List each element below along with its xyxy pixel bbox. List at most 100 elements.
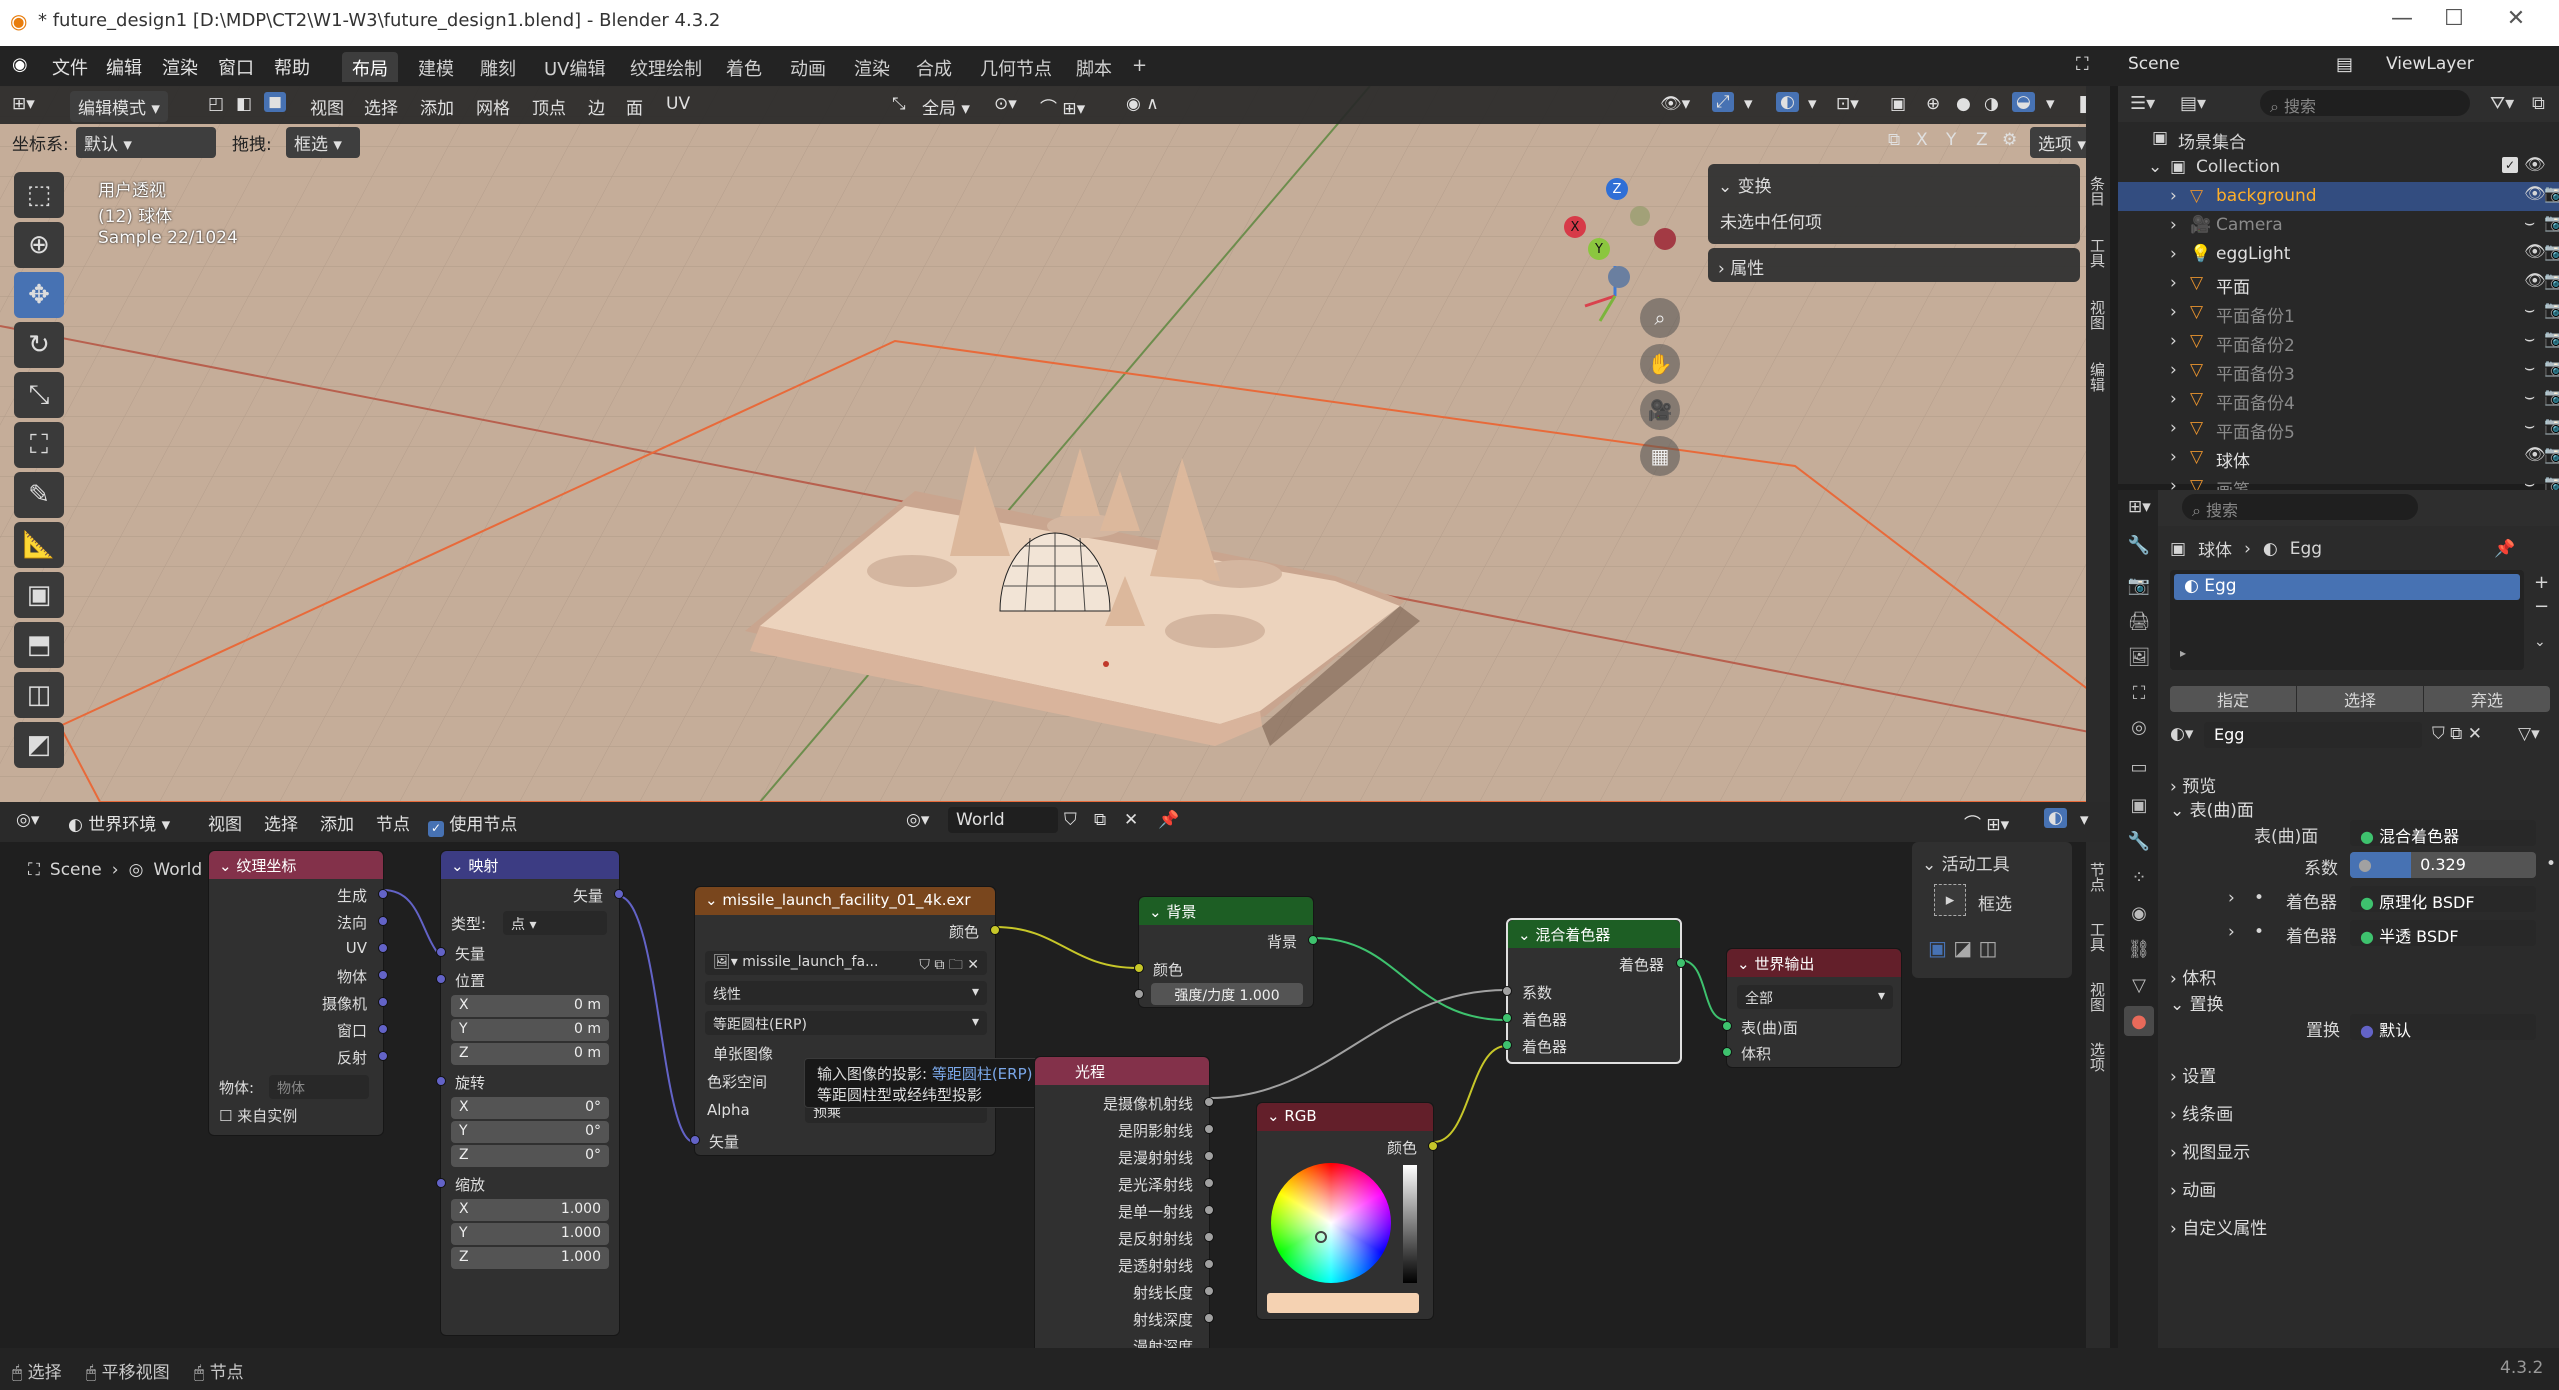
fake-user-icon[interactable]: ⛉ ⧉ ✕: [2432, 724, 2482, 744]
envtex-source[interactable]: 单张图像: [713, 1043, 773, 1064]
menu-add[interactable]: 添加: [420, 94, 454, 119]
socket[interactable]: [1134, 989, 1144, 999]
mapping-loc-z[interactable]: Z 0 m: [451, 1043, 609, 1065]
expand-icon[interactable]: ⌄: [2148, 157, 2162, 177]
cursor-tool-icon[interactable]: ⊕: [14, 222, 64, 268]
ne-menu-node[interactable]: 节点: [376, 810, 410, 835]
collection-tab-icon[interactable]: ▭: [2124, 752, 2154, 782]
volume-section[interactable]: › 体积: [2170, 964, 2216, 989]
socket[interactable]: [436, 1178, 446, 1188]
eye-icon[interactable]: 👁: [2524, 445, 2546, 465]
assign-button[interactable]: 指定: [2170, 686, 2296, 712]
rendered-shading-icon[interactable]: ◒: [2012, 92, 2035, 112]
socket[interactable]: [378, 916, 388, 926]
viewlayer-icon[interactable]: ▤: [2336, 54, 2353, 75]
node-overlay-dropdown[interactable]: ▾: [2080, 810, 2089, 830]
move-tool-icon[interactable]: ✥: [14, 272, 64, 318]
displacement-field[interactable]: ● 默认: [2350, 1014, 2536, 1040]
extrude-tool-icon[interactable]: ⬒: [14, 622, 64, 668]
outliner-search-input[interactable]: ⌕ 搜索: [2260, 90, 2470, 116]
gizmo-y-axis[interactable]: Y: [1588, 238, 1610, 260]
data-tab-icon[interactable]: ▽: [2124, 970, 2154, 1000]
pan-hand-icon[interactable]: ✋: [1640, 344, 1680, 384]
world-name-field[interactable]: World: [948, 807, 1058, 833]
lineart-section[interactable]: › 线条画: [2170, 1100, 2233, 1125]
eye-icon[interactable]: 👁: [2524, 184, 2546, 204]
render-visibility-icon[interactable]: 📷: [2544, 213, 2559, 233]
overlay-toggle-icon[interactable]: ◐: [1776, 92, 1799, 112]
mirror-icon[interactable]: ⧉: [1888, 130, 1900, 150]
mapping-node[interactable]: ⌄ 映射 矢量 类型: 点 ▾ 矢量 位置 X0 m Y0 m Z0 m 旋转 …: [436, 850, 624, 1336]
mode-dropdown[interactable]: 编辑模式 ▾: [70, 91, 168, 122]
material-slot-item[interactable]: ◐ Egg: [2174, 574, 2520, 600]
node-editor-type-icon[interactable]: ◎▾: [16, 810, 39, 830]
surface-shader-field[interactable]: ● 混合着色器: [2350, 820, 2536, 846]
options-dropdown[interactable]: 选项 ▾: [2030, 127, 2094, 158]
maximize-icon[interactable]: ☐: [2432, 6, 2476, 31]
ne-menu-add[interactable]: 添加: [320, 810, 354, 835]
select-mode-icons[interactable]: ▣ ◪ ◫: [1928, 936, 1997, 960]
render-tab-icon[interactable]: 📷: [2124, 570, 2154, 600]
socket[interactable]: [378, 1024, 388, 1034]
socket[interactable]: [1204, 1232, 1214, 1242]
texcoord-header[interactable]: ⌄ 纹理坐标: [209, 851, 383, 879]
bevel-tool-icon[interactable]: ◩: [14, 722, 64, 768]
tab-shading[interactable]: 着色: [716, 52, 772, 82]
menu-face[interactable]: 面: [626, 94, 643, 119]
gizmo-neg-y[interactable]: [1630, 206, 1650, 226]
face-select-icon[interactable]: ◼: [264, 92, 287, 112]
expand-icon[interactable]: ›: [2170, 215, 2177, 235]
socket[interactable]: [378, 997, 388, 1007]
scene-tab-icon[interactable]: ⛶: [2124, 678, 2154, 708]
mapping-rot-y[interactable]: Y 0°: [451, 1121, 609, 1143]
outliner-item[interactable]: › ▽ 平面备份5 ⌣ 📷: [2118, 414, 2559, 443]
displacement-section[interactable]: ⌄ 置换: [2170, 990, 2224, 1015]
outliner-item[interactable]: › 💡 eggLight 👁 📷: [2118, 240, 2559, 269]
mapping-loc-x[interactable]: X 0 m: [451, 995, 609, 1017]
rgb-color-swatch[interactable]: [1267, 1293, 1419, 1313]
expand-icon[interactable]: ›: [2170, 302, 2177, 322]
gizmo-z-axis[interactable]: Z: [1606, 178, 1628, 200]
gizmo-toggle-icon[interactable]: ⤢: [1712, 92, 1734, 112]
outliner-scene-collection[interactable]: ▣ 场景集合: [2118, 124, 2559, 153]
menu-file[interactable]: 文件: [52, 54, 88, 80]
visibility-icon[interactable]: 👁▾: [1660, 94, 1690, 114]
sidebar-tab-item[interactable]: 条目: [2088, 176, 2108, 206]
render-visibility-icon[interactable]: 📷: [2544, 445, 2559, 465]
active-tool-header[interactable]: ⌄ 活动工具: [1922, 850, 2010, 875]
eye-closed-icon[interactable]: ⌣: [2524, 300, 2535, 320]
add-cube-tool-icon[interactable]: ▣: [14, 572, 64, 618]
rgb-node[interactable]: ⌄ RGB 颜色: [1256, 1102, 1438, 1320]
menu-view[interactable]: 视图: [310, 94, 344, 119]
duplicate-world-icon[interactable]: ⧉: [1094, 810, 1106, 830]
envtex-image-selector[interactable]: 🖼▾ missile_launch_fa... ⛉ ⧉ 🗀 ✕: [705, 951, 987, 975]
socket[interactable]: [614, 889, 624, 899]
settings-section[interactable]: › 设置: [2170, 1062, 2216, 1087]
preview-section[interactable]: › 预览: [2170, 772, 2216, 797]
socket[interactable]: [1134, 963, 1144, 973]
gizmo-neg-z[interactable]: [1608, 266, 1630, 288]
render-visibility-icon[interactable]: 📷: [2544, 416, 2559, 436]
expand-icon[interactable]: ›: [2170, 273, 2177, 293]
ortho-grid-icon[interactable]: ▦: [1640, 436, 1680, 476]
node-overlay-icon[interactable]: ◐: [2044, 808, 2067, 828]
socket[interactable]: [1204, 1286, 1214, 1296]
node-tab-options[interactable]: 选项: [2088, 1042, 2108, 1072]
view-layer-tab-icon[interactable]: 🖼: [2124, 642, 2154, 672]
tab-rendering[interactable]: 渲染: [844, 52, 900, 82]
proportional-edit-icon[interactable]: ◉ ∧: [1126, 94, 1159, 114]
shader1-field[interactable]: ● 原理化 BSDF: [2350, 886, 2536, 912]
constraints-tab-icon[interactable]: ⛓: [2124, 934, 2154, 964]
measure-tool-icon[interactable]: 📐: [14, 522, 64, 568]
value-slider[interactable]: [1403, 1165, 1417, 1283]
rotate-tool-icon[interactable]: ↻: [14, 322, 64, 368]
mirror-y-toggle[interactable]: Y: [1946, 130, 1956, 150]
mapping-type-dropdown[interactable]: 点 ▾: [503, 911, 607, 935]
pin-icon[interactable]: 📌: [1158, 810, 1179, 830]
render-visibility-icon[interactable]: 📷: [2544, 358, 2559, 378]
render-visibility-icon[interactable]: 📷: [2544, 242, 2559, 262]
outliner-collection[interactable]: ⌄ ▣ Collection ✓ 👁: [2118, 153, 2559, 182]
tab-compositing[interactable]: 合成: [906, 52, 962, 82]
drag-dropdown[interactable]: 框选 ▾: [286, 127, 360, 158]
outliner-item[interactable]: › ▽ 平面 👁 📷: [2118, 269, 2559, 298]
